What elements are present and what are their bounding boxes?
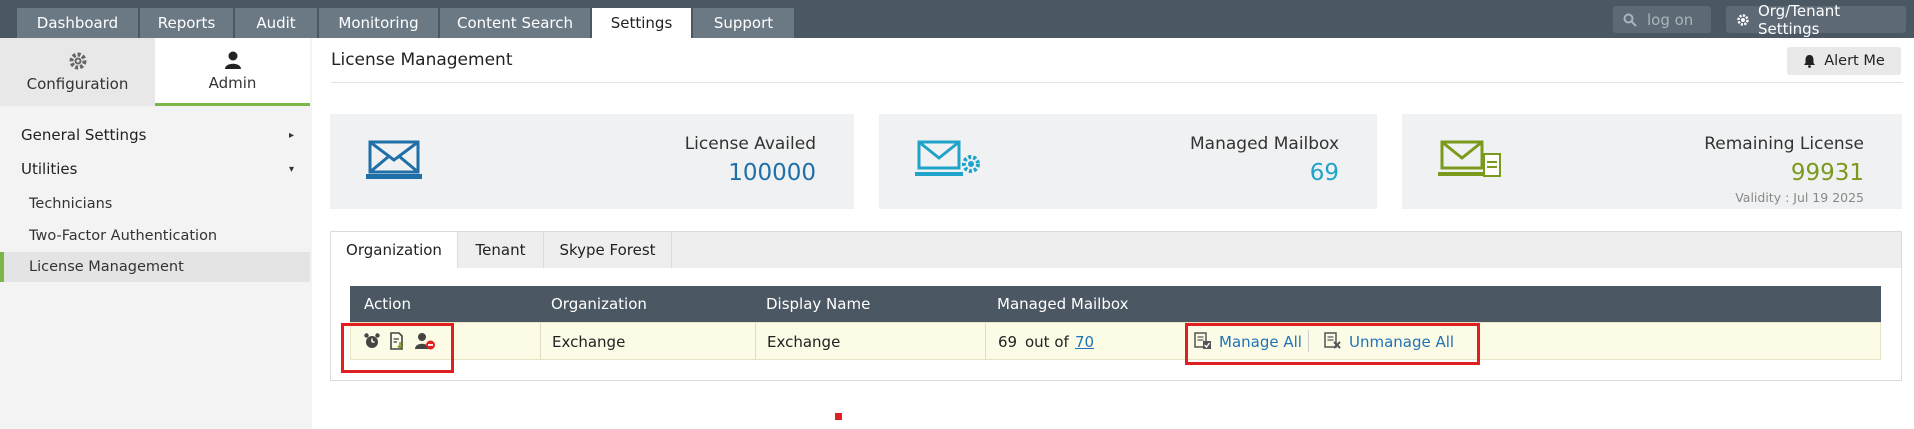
card-license-availed: License Availed 100000 — [330, 114, 854, 209]
card-label: Managed Mailbox — [1190, 134, 1339, 154]
gear-icon — [1737, 13, 1749, 26]
caret-right-icon: ▸ — [288, 129, 294, 141]
search-box[interactable]: log on — [1613, 6, 1711, 33]
card-remaining-license: Remaining License 99931 Validity : Jul 1… — [1402, 114, 1902, 209]
sidebar-item-label: Utilities — [21, 160, 78, 178]
license-availed-value: 100000 — [728, 160, 816, 186]
column-divider — [540, 323, 541, 359]
org-tenant-settings-button[interactable]: Org/Tenant Settings — [1726, 2, 1906, 38]
sidebar-item-general-settings[interactable]: General Settings ▸ — [0, 120, 310, 150]
red-marker — [835, 413, 842, 420]
table-header: Action Organization Display Name Managed… — [350, 286, 1881, 322]
alert-me-label: Alert Me — [1824, 53, 1885, 69]
tab-dashboard[interactable]: Dashboard — [17, 8, 139, 38]
sidebar-tab-admin[interactable]: Admin — [155, 38, 310, 106]
sidebar-tab-configuration-label: Configuration — [26, 75, 129, 93]
envelope-icon — [366, 140, 422, 179]
sidebar-item-license-management[interactable]: License Management — [0, 252, 310, 282]
alert-me-button[interactable]: Alert Me — [1787, 47, 1901, 75]
column-header-managed-mailbox[interactable]: Managed Mailbox — [997, 295, 1128, 313]
gear-icon — [69, 52, 86, 70]
search-icon — [1623, 13, 1637, 27]
sidebar-tab-configuration[interactable]: Configuration — [0, 38, 155, 106]
tab-monitoring[interactable]: Monitoring — [319, 8, 439, 38]
tab-skype-forest[interactable]: Skype Forest — [544, 232, 672, 268]
caret-down-icon: ▾ — [288, 163, 294, 175]
top-nav-bar: Dashboard Reports Audit Monitoring Conte… — [0, 0, 1914, 38]
card-label: Remaining License — [1704, 134, 1864, 154]
column-divider — [755, 323, 756, 359]
tab-support[interactable]: Support — [693, 8, 795, 38]
sidebar-item-technicians[interactable]: Technicians — [0, 189, 310, 219]
sidebar-item-label: License Management — [29, 259, 184, 275]
tab-audit[interactable]: Audit — [235, 8, 318, 38]
out-of-text: out of — [1025, 333, 1069, 351]
card-managed-mailbox: Managed Mailbox 69 — [879, 114, 1377, 209]
card-label: License Availed — [684, 134, 816, 154]
sidebar: Configuration Admin General Settings ▸ U… — [0, 38, 312, 429]
title-divider — [331, 82, 1903, 83]
column-divider — [985, 323, 986, 359]
sidebar-item-label: Two-Factor Authentication — [29, 228, 218, 244]
display-name-cell: Exchange — [767, 333, 841, 351]
organization-cell: Exchange — [552, 333, 626, 351]
managed-mailbox-value: 69 — [1309, 160, 1339, 186]
highlight-box-actions — [341, 323, 454, 373]
user-icon — [224, 51, 241, 69]
managed-count-cell: 69 — [998, 333, 1018, 351]
search-placeholder: log on — [1647, 10, 1694, 29]
bell-icon — [1804, 55, 1816, 68]
tab-tenant[interactable]: Tenant — [458, 232, 544, 268]
column-header-organization[interactable]: Organization — [551, 295, 647, 313]
tab-content-search[interactable]: Content Search — [440, 8, 591, 38]
mail-license-icon — [1438, 140, 1501, 177]
remaining-license-value: 99931 — [1790, 160, 1864, 186]
tab-reports[interactable]: Reports — [140, 8, 234, 38]
validity-text: Validity : Jul 19 2025 — [1735, 190, 1864, 205]
sidebar-tab-admin-label: Admin — [208, 73, 257, 92]
table-row: Exchange Exchange 69 out of 70 Manage Al… — [350, 322, 1881, 360]
page-title: License Management — [331, 50, 513, 70]
sidebar-item-utilities[interactable]: Utilities ▾ — [0, 154, 310, 184]
sidebar-item-label: General Settings — [21, 126, 147, 144]
column-header-action: Action — [364, 295, 411, 313]
highlight-box-manage-links — [1185, 323, 1480, 365]
sidebar-tabs: Configuration Admin — [0, 38, 312, 106]
sidebar-item-two-factor-authentication[interactable]: Two-Factor Authentication — [0, 221, 310, 251]
mail-settings-icon — [915, 140, 980, 176]
sidebar-item-label: Technicians — [29, 196, 113, 212]
org-tenant-settings-label: Org/Tenant Settings — [1757, 1, 1841, 38]
tab-settings[interactable]: Settings — [592, 8, 692, 38]
tab-organization[interactable]: Organization — [331, 232, 458, 268]
column-header-display-name[interactable]: Display Name — [766, 295, 870, 313]
panel-tabs: Organization Tenant Skype Forest — [331, 232, 1901, 268]
total-mailbox-link[interactable]: 70 — [1075, 333, 1094, 351]
